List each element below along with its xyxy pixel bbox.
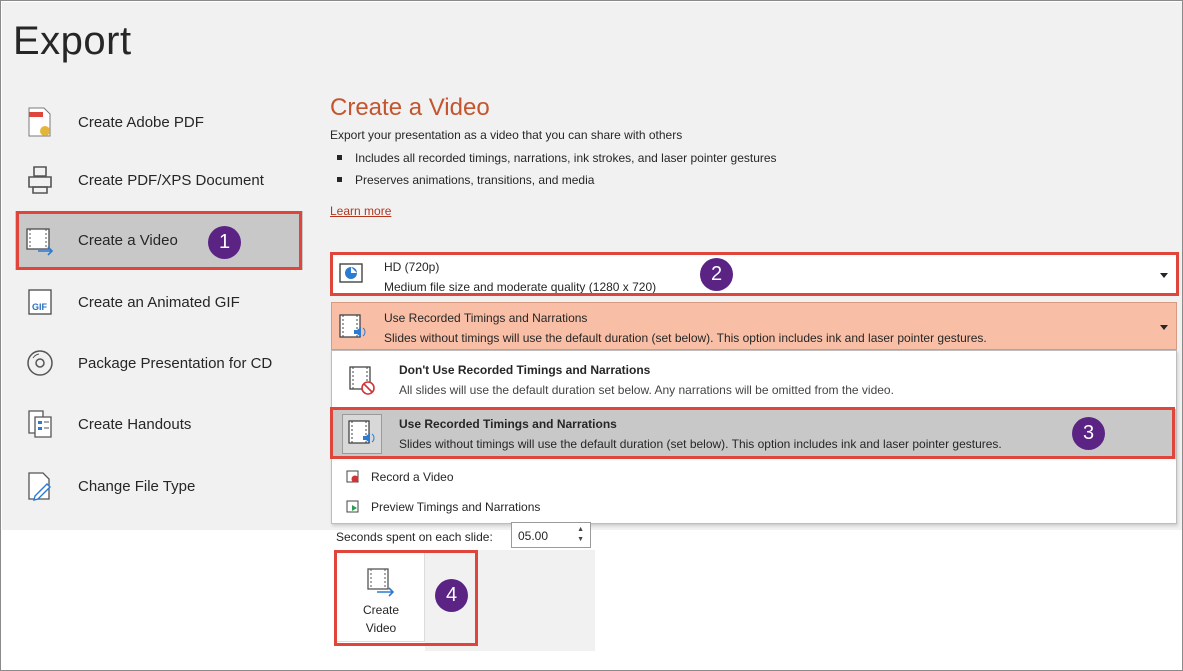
menu-item-label: Preview Timings and Narrations [371,500,541,514]
chevron-down-icon [1160,273,1168,278]
bullet-dot [337,177,342,182]
sidebar-item-label: Change File Type [78,477,196,495]
bullet-dot [337,155,342,160]
bullet-item: Includes all recorded timings, narration… [337,151,777,165]
quality-dropdown[interactable]: HD (720p) Medium file size and moderate … [331,253,1177,295]
menu-item-subtitle: All slides will use the default duration… [399,383,894,397]
create-button-label-line1: Create [362,603,400,617]
section-heading: Create a Video [330,94,490,121]
create-button-label-line2: Video [365,621,397,635]
timings-subtitle: Slides without timings will use the defa… [384,331,987,345]
display-quality-icon [338,262,364,291]
preview-icon [346,500,360,514]
sidebar-item-label: Create a Video [78,232,178,249]
spinner-up-icon[interactable]: ▲ [577,526,584,533]
step-badge-3: 3 [1072,417,1105,450]
menu-item-title: Don't Use Recorded Timings and Narration… [399,363,651,377]
bullet-text: Preserves animations, transitions, and m… [355,173,595,187]
menu-item-title: Use Recorded Timings and Narrations [399,417,617,431]
chevron-down-icon [1160,325,1168,330]
menu-item-dont-use-timings[interactable]: Don't Use Recorded Timings and Narration… [332,355,1176,405]
sidebar-item-adobe-pdf[interactable]: Create Adobe PDF [15,93,303,151]
page-title: Export [13,19,132,63]
svg-text:GIF: GIF [32,302,48,312]
seconds-value: 05.00 [518,529,549,543]
menu-item-label: Record a Video [371,470,454,484]
quality-title: HD (720p) [384,260,440,274]
timings-title: Use Recorded Timings and Narrations [384,311,588,325]
sidebar-item-label: Create an Animated GIF [78,293,240,311]
video-icon [365,567,397,602]
menu-item-use-timings[interactable]: Use Recorded Timings and Narrations Slid… [332,409,1176,459]
timings-menu: Don't Use Recorded Timings and Narration… [331,350,1177,524]
step-badge-4: 4 [435,579,468,612]
step-badge-1: 1 [208,226,241,259]
sidebar-item-label: Create Adobe PDF [78,113,204,131]
cd-icon [23,346,57,380]
learn-more-link[interactable]: Learn more [330,204,391,218]
change-file-type-icon [23,469,57,503]
bullet-item: Preserves animations, transitions, and m… [337,173,594,187]
recorded-timings-icon [342,414,382,454]
timings-dropdown[interactable]: Use Recorded Timings and Narrations Slid… [331,302,1177,350]
no-timings-icon [346,365,378,402]
section-description: Export your presentation as a video that… [330,128,683,142]
gif-icon: GIF [23,285,57,319]
menu-item-record-video[interactable]: Record a Video [332,464,1176,490]
adobe-pdf-icon [23,105,57,139]
sidebar-item-change-file-type[interactable]: Change File Type [15,457,303,515]
menu-item-preview-timings[interactable]: Preview Timings and Narrations [332,494,1176,520]
create-video-button[interactable]: Create Video [335,550,425,642]
sidebar-item-gif[interactable]: GIF Create an Animated GIF [15,273,303,331]
export-window: Export Create Adobe PDF Create PDF/XPS D… [0,0,1183,671]
video-icon [23,224,57,258]
sidebar-item-label: Package Presentation for CD [78,354,273,372]
spinner-down-icon[interactable]: ▼ [577,536,584,543]
sidebar-item-video[interactable]: Create a Video [15,211,303,270]
sidebar-item-label: Create Handouts [78,415,192,433]
sidebar-item-package-cd[interactable]: Package Presentation for CD [15,334,303,392]
sidebar-item-label: Create PDF/XPS Document [78,171,264,189]
quality-subtitle: Medium file size and moderate quality (1… [384,280,657,294]
record-icon [346,470,360,484]
handouts-icon [23,407,57,441]
bullet-text: Includes all recorded timings, narration… [355,151,777,165]
sidebar-item-handouts[interactable]: Create Handouts [15,395,303,453]
pdf-xps-icon [23,163,57,197]
sidebar-item-pdf-xps[interactable]: Create PDF/XPS Document [15,151,303,209]
step-badge-2: 2 [700,258,733,291]
recorded-timings-icon [338,313,368,348]
seconds-spinner[interactable]: 05.00 ▲ ▼ [511,522,591,548]
menu-item-subtitle: Slides without timings will use the defa… [399,437,1002,451]
seconds-label: Seconds spent on each slide: [336,530,493,544]
